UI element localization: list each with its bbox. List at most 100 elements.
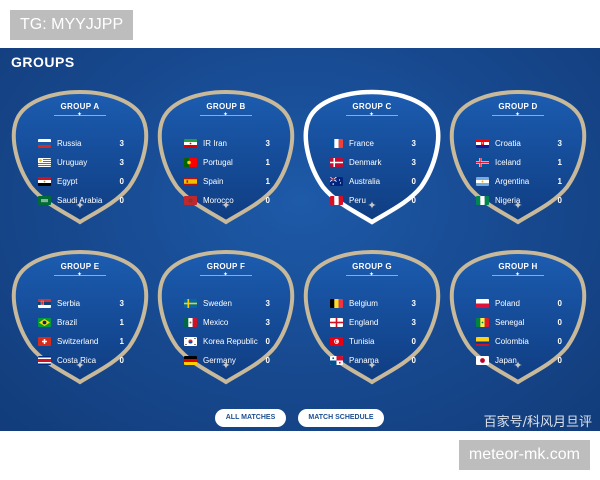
team-name: Korea Republic [203, 337, 258, 346]
team-points: 3 [557, 139, 562, 148]
team-row[interactable]: Russia 3 [38, 138, 124, 150]
team-row[interactable]: Tunisia 0 [330, 336, 416, 348]
mexico-flag-icon [184, 318, 197, 327]
team-name: Tunisia [349, 337, 375, 346]
group-card-f[interactable]: GROUP F ✦ Sweden 3 Mexico 3 Korea Republic 0 Ger… [157, 249, 295, 386]
team-name: Croatia [495, 139, 521, 148]
team-name: England [349, 318, 379, 327]
team-points: 3 [119, 139, 124, 148]
groups-panel: GROUPS GROUP A ✦ Russia 3 Uruguay 3 Egypt 0 Saud… [0, 48, 600, 431]
team-name: Portugal [203, 158, 233, 167]
sweden-flag-icon [184, 299, 197, 308]
group-title: GROUP F [206, 262, 246, 271]
uruguay-flag-icon [38, 158, 51, 167]
watermark-tag-top: TG: MYYJJPP [10, 10, 134, 40]
croatia-flag-icon [476, 139, 489, 148]
team-points: 3 [411, 139, 416, 148]
team-row[interactable]: Portugal 1 [184, 157, 270, 169]
star-icon: ✦ [221, 200, 231, 212]
divider-star-icon: ✦ [369, 112, 375, 118]
team-row[interactable]: England 3 [330, 317, 416, 329]
team-row[interactable]: Korea Republic 0 [184, 336, 270, 348]
group-title: GROUP B [206, 102, 246, 111]
team-row[interactable]: Belgium 3 [330, 298, 416, 310]
team-points: 3 [265, 299, 270, 308]
team-points: 1 [557, 177, 562, 186]
team-name: Argentina [495, 177, 530, 186]
group-card-h[interactable]: GROUP H ✦ Poland 0 Senegal 0 Colombia 0 Japan 0 ✦ [449, 249, 587, 386]
team-name: IR Iran [203, 139, 228, 148]
team-row[interactable]: Switzerland 1 [38, 336, 124, 348]
group-card-b[interactable]: GROUP B ✦ IR Iran 3 Portugal 1 Spain 1 Morocco 0 ✦ [157, 89, 295, 226]
spain-flag-icon [184, 177, 197, 186]
tunisia-flag-icon [330, 337, 343, 346]
group-card-a[interactable]: GROUP A ✦ Russia 3 Uruguay 3 Egypt 0 Saudi Arabi… [11, 89, 149, 226]
team-row[interactable]: Denmark 3 [330, 157, 416, 169]
watermark-tag-bottom: meteor-mk.com [458, 440, 590, 470]
team-name: Australia [349, 177, 381, 186]
denmark-flag-icon [330, 158, 343, 167]
team-points: 0 [557, 318, 562, 327]
belgium-flag-icon [330, 299, 343, 308]
team-row[interactable]: Spain 1 [184, 176, 270, 188]
star-icon: ✦ [367, 360, 377, 372]
team-name: Serbia [57, 299, 81, 308]
poland-flag-icon [476, 299, 489, 308]
team-row[interactable]: Sweden 3 [184, 298, 270, 310]
group-title: GROUP G [352, 262, 392, 271]
team-points: 1 [265, 158, 270, 167]
argentina-flag-icon [476, 177, 489, 186]
team-name: Egypt [57, 177, 78, 186]
team-name: Brazil [57, 318, 78, 327]
team-name: Sweden [203, 299, 232, 308]
team-points: 0 [265, 337, 270, 346]
all-matches-button[interactable]: ALL MATCHES [215, 409, 286, 427]
team-row[interactable]: France 3 [330, 138, 416, 150]
team-name: Poland [495, 299, 520, 308]
group-title: GROUP E [60, 262, 100, 271]
team-row[interactable]: Colombia 0 [476, 336, 562, 348]
team-name: Mexico [203, 318, 229, 327]
team-row[interactable]: Senegal 0 [476, 317, 562, 329]
star-icon: ✦ [75, 200, 85, 212]
team-row[interactable]: Croatia 3 [476, 138, 562, 150]
team-points: 3 [265, 318, 270, 327]
team-row[interactable]: Brazil 1 [38, 317, 124, 329]
group-card-e[interactable]: GROUP E ✦ Serbia 3 Brazil 1 Switzerland 1 Costa … [11, 249, 149, 386]
team-row[interactable]: Uruguay 3 [38, 157, 124, 169]
group-card-g[interactable]: GROUP G ✦ Belgium 3 England 3 Tunisia 0 Panama 0 ✦ [303, 249, 441, 386]
star-icon: ✦ [221, 360, 231, 372]
team-points: 1 [265, 177, 270, 186]
team-points: 3 [265, 139, 270, 148]
team-points: 3 [411, 158, 416, 167]
divider-star-icon: ✦ [77, 112, 83, 118]
team-row[interactable]: Argentina 1 [476, 176, 562, 188]
team-row[interactable]: Iceland 1 [476, 157, 562, 169]
team-name: Switzerland [57, 337, 99, 346]
star-icon: ✦ [367, 200, 377, 212]
team-row[interactable]: Australia 0 [330, 176, 416, 188]
team-row[interactable]: IR Iran 3 [184, 138, 270, 150]
team-name: Belgium [349, 299, 378, 308]
team-name: Spain [203, 177, 224, 186]
divider-star-icon: ✦ [223, 112, 229, 118]
team-points: 3 [119, 299, 124, 308]
team-row[interactable]: Poland 0 [476, 298, 562, 310]
serbia-flag-icon [38, 299, 51, 308]
england-flag-icon [330, 318, 343, 327]
match-schedule-button[interactable]: MATCH SCHEDULE [298, 409, 384, 427]
team-points: 0 [557, 299, 562, 308]
group-card-c[interactable]: GROUP C ✦ France 3 Denmark 3 Australia 0 Peru 0 ✦ [303, 89, 441, 226]
team-row[interactable]: Mexico 3 [184, 317, 270, 329]
team-name: Russia [57, 139, 82, 148]
team-points: 0 [119, 177, 124, 186]
colombia-flag-icon [476, 337, 489, 346]
switzerland-flag-icon [38, 337, 51, 346]
group-card-d[interactable]: GROUP D ✦ Croatia 3 Iceland 1 Argentina 1 Nigeri… [449, 89, 587, 226]
senegal-flag-icon [476, 318, 489, 327]
team-row[interactable]: Egypt 0 [38, 176, 124, 188]
star-icon: ✦ [513, 360, 523, 372]
team-name: Uruguay [57, 158, 88, 167]
team-row[interactable]: Serbia 3 [38, 298, 124, 310]
group-title: GROUP C [352, 102, 392, 111]
